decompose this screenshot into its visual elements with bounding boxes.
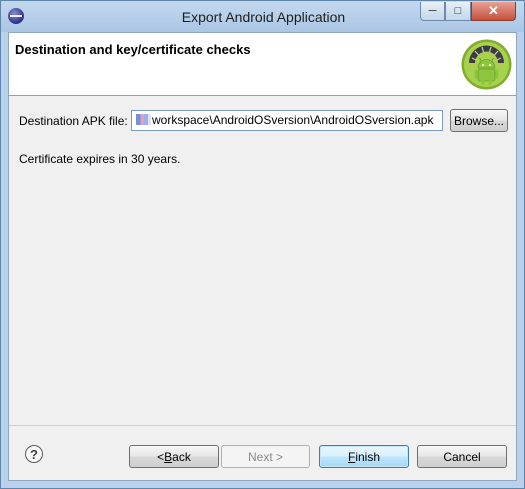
back-button-rest: ack: [172, 449, 191, 464]
maximize-icon: □: [454, 5, 462, 17]
destination-apk-field[interactable]: workspace\AndroidOSversion\AndroidOSvers…: [131, 110, 443, 131]
close-icon: ✕: [488, 3, 499, 18]
cancel-button[interactable]: Cancel: [417, 445, 507, 468]
close-button[interactable]: ✕: [471, 2, 516, 21]
redacted-path-segment: [136, 114, 151, 125]
help-icon[interactable]: ?: [25, 445, 43, 463]
certificate-expiry-message: Certificate expires in 30 years.: [19, 152, 181, 166]
back-button[interactable]: < Back: [129, 445, 219, 468]
next-button[interactable]: Next >: [221, 445, 310, 468]
export-dialog-window: Export Android Application ─ □ ✕ Destina…: [0, 0, 525, 489]
dialog-content: Destination and key/certificate checks D…: [8, 32, 517, 481]
android-logo-icon: [461, 39, 512, 90]
page-title: Destination and key/certificate checks: [15, 42, 251, 57]
finish-button-rest: inish: [355, 449, 381, 464]
finish-button[interactable]: Finish: [319, 445, 409, 468]
finish-button-mnemonic: F: [347, 449, 356, 464]
minimize-button[interactable]: ─: [420, 2, 445, 21]
title-bar[interactable]: Export Android Application ─ □ ✕: [1, 1, 524, 32]
maximize-button[interactable]: □: [445, 2, 471, 21]
back-button-prefix: <: [157, 449, 165, 464]
minimize-icon: ─: [428, 5, 437, 17]
destination-apk-label: Destination APK file:: [19, 114, 128, 128]
wizard-banner: Destination and key/certificate checks: [9, 33, 516, 96]
destination-apk-value: workspace\AndroidOSversion\AndroidOSvers…: [152, 113, 434, 127]
back-button-mnemonic: B: [164, 449, 173, 464]
browse-button[interactable]: Browse...: [450, 109, 508, 132]
button-bar-separator: [9, 425, 516, 426]
